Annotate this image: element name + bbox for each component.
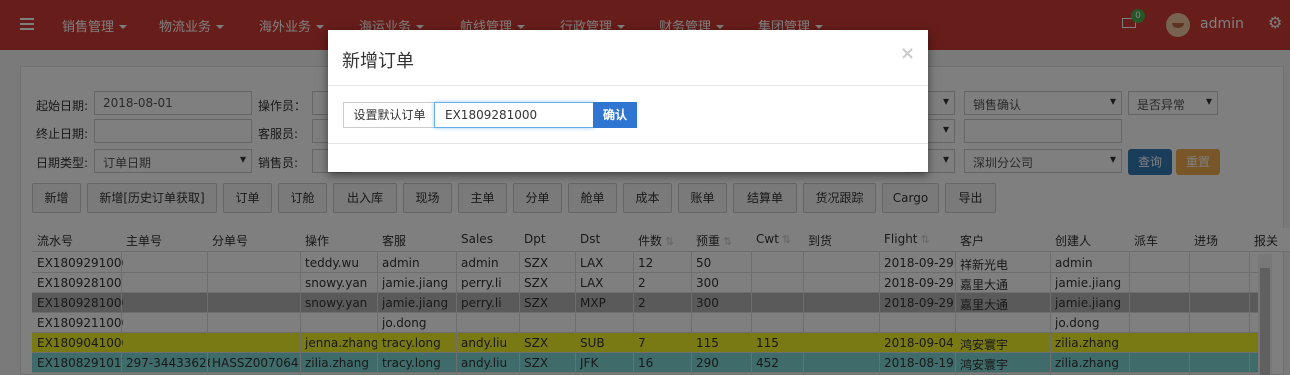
confirm-button[interactable]: 确认: [593, 102, 637, 128]
dialog-divider: [328, 85, 928, 86]
new-order-dialog: 新增订单 × 设置默认订单 EX1809281000 确认: [328, 30, 928, 172]
dialog-title: 新增订单: [342, 51, 414, 72]
default-order-label: 设置默认订单: [343, 102, 435, 128]
order-number-input[interactable]: EX1809281000: [434, 102, 594, 128]
close-icon[interactable]: ×: [900, 43, 915, 64]
dialog-divider: [328, 143, 928, 144]
